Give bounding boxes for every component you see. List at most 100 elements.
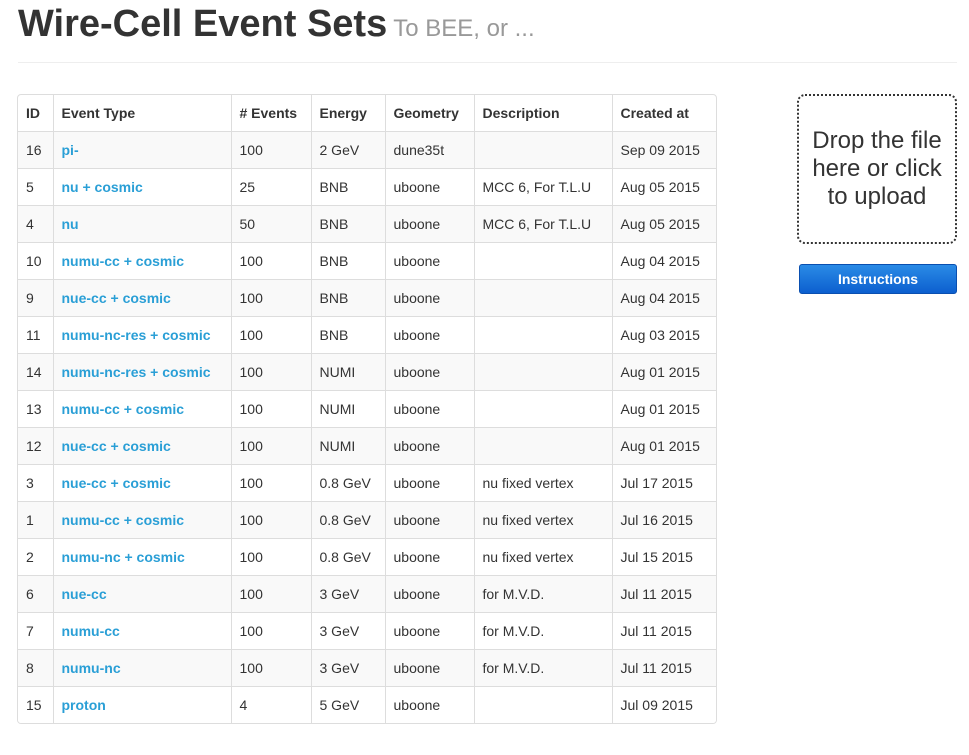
cell-id: 1 (18, 500, 53, 538)
cell-description: for M.V.D. (473, 611, 612, 649)
cell-description: for M.V.D. (473, 574, 612, 612)
cell-energy: 0.8 GeV (310, 463, 385, 501)
cell-id: 13 (18, 389, 53, 427)
cell-event-type: proton (52, 685, 231, 723)
table-row: 10 numu-cc + cosmic 100 BNB uboone Aug 04 201… (18, 241, 716, 279)
column-header-energy: Energy (310, 95, 385, 131)
cell-created-at: Aug 04 2015 (611, 241, 716, 279)
file-dropzone[interactable]: Drop the file here or click to upload (797, 94, 957, 244)
table-row: 2 numu-nc + cosmic 100 0.8 GeV uboone nu fixe… (18, 537, 716, 575)
cell-events: 100 (230, 574, 311, 612)
cell-energy: BNB (310, 315, 385, 353)
cell-geometry: dune35t (384, 130, 474, 168)
event-type-link[interactable]: nue-cc + cosmic (62, 290, 171, 306)
event-type-link[interactable]: numu-nc-res + cosmic (62, 327, 211, 343)
cell-events: 100 (230, 315, 311, 353)
event-type-link[interactable]: numu-cc + cosmic (62, 512, 185, 528)
cell-created-at: Jul 15 2015 (611, 537, 716, 575)
column-header-geometry: Geometry (384, 95, 474, 131)
cell-description (473, 389, 612, 427)
cell-created-at: Jul 11 2015 (611, 574, 716, 612)
cell-events: 100 (230, 241, 311, 279)
cell-events: 100 (230, 500, 311, 538)
cell-created-at: Aug 01 2015 (611, 426, 716, 464)
cell-created-at: Jul 17 2015 (611, 463, 716, 501)
cell-description: nu fixed vertex (473, 500, 612, 538)
instructions-button[interactable]: Instructions (799, 264, 957, 294)
cell-description: MCC 6, For T.L.U (473, 167, 612, 205)
cell-event-type: nu + cosmic (52, 167, 231, 205)
cell-events: 100 (230, 352, 311, 390)
cell-created-at: Aug 05 2015 (611, 204, 716, 242)
cell-event-type: numu-nc-res + cosmic (52, 352, 231, 390)
table-row: 1 numu-cc + cosmic 100 0.8 GeV uboone nu fixe… (18, 500, 716, 538)
event-type-link[interactable]: nue-cc + cosmic (62, 475, 171, 491)
column-header-events: # Events (230, 95, 311, 131)
cell-description (473, 130, 612, 168)
cell-description: for M.V.D. (473, 648, 612, 686)
cell-id: 3 (18, 463, 53, 501)
cell-description (473, 278, 612, 316)
cell-geometry: uboone (384, 352, 474, 390)
table-row: 16 pi- 100 2 GeV dune35t Sep 09 2015 (18, 130, 716, 168)
cell-energy: NUMI (310, 389, 385, 427)
page: Wire-Cell Event Sets To BEE, or ... ID Ev… (0, 0, 969, 755)
cell-geometry: uboone (384, 204, 474, 242)
cell-event-type: numu-nc-res + cosmic (52, 315, 231, 353)
cell-id: 5 (18, 167, 53, 205)
table-body: 16 pi- 100 2 GeV dune35t Sep 09 2015 5 nu + cos… (18, 130, 716, 723)
event-type-link[interactable]: nue-cc + cosmic (62, 438, 171, 454)
cell-energy: BNB (310, 278, 385, 316)
cell-events: 100 (230, 426, 311, 464)
cell-geometry: uboone (384, 278, 474, 316)
cell-created-at: Aug 03 2015 (611, 315, 716, 353)
cell-energy: 3 GeV (310, 611, 385, 649)
cell-description: MCC 6, For T.L.U (473, 204, 612, 242)
cell-energy: 0.8 GeV (310, 500, 385, 538)
cell-geometry: uboone (384, 426, 474, 464)
cell-event-type: pi- (52, 130, 231, 168)
event-type-link[interactable]: nue-cc (62, 586, 107, 602)
cell-geometry: uboone (384, 500, 474, 538)
cell-created-at: Aug 01 2015 (611, 389, 716, 427)
table-row: 5 nu + cosmic 25 BNB uboone MCC 6, For T.L.U A… (18, 167, 716, 205)
event-type-link[interactable]: numu-nc-res + cosmic (62, 364, 211, 380)
cell-description: nu fixed vertex (473, 463, 612, 501)
event-type-link[interactable]: numu-nc (62, 660, 121, 676)
event-type-link[interactable]: numu-cc (62, 623, 120, 639)
cell-energy: BNB (310, 204, 385, 242)
column-header-id: ID (26, 104, 40, 121)
page-header: Wire-Cell Event Sets To BEE, or ... (18, 0, 957, 63)
cell-event-type: numu-cc (52, 611, 231, 649)
event-type-link[interactable]: nu (62, 216, 79, 232)
cell-energy: 5 GeV (310, 685, 385, 723)
event-type-link[interactable]: nu + cosmic (62, 179, 143, 195)
cell-energy: 3 GeV (310, 574, 385, 612)
event-type-link[interactable]: proton (62, 697, 106, 713)
cell-id: 6 (18, 574, 53, 612)
cell-energy: NUMI (310, 426, 385, 464)
title-text: Wire-Cell Event Sets (18, 3, 388, 45)
cell-id: 10 (18, 241, 53, 279)
column-header-description: Description (473, 95, 612, 131)
event-type-link[interactable]: pi- (62, 142, 79, 158)
event-type-link[interactable]: numu-cc + cosmic (62, 401, 185, 417)
event-type-link[interactable]: numu-cc + cosmic (62, 253, 185, 269)
event-type-link[interactable]: numu-nc + cosmic (62, 549, 185, 565)
cell-events: 100 (230, 278, 311, 316)
cell-event-type: nue-cc (52, 574, 231, 612)
page-title: Wire-Cell Event Sets To BEE, or ... (18, 3, 535, 46)
cell-event-type: nue-cc + cosmic (52, 463, 231, 501)
cell-energy: 0.8 GeV (310, 537, 385, 575)
cell-geometry: uboone (384, 685, 474, 723)
cell-description: nu fixed vertex (473, 537, 612, 575)
cell-energy: 2 GeV (310, 130, 385, 168)
cell-events: 100 (230, 611, 311, 649)
table-row: 13 numu-cc + cosmic 100 NUMI uboone Aug 01 20… (18, 389, 716, 427)
cell-event-type: numu-nc + cosmic (52, 537, 231, 575)
cell-event-type: nu (52, 204, 231, 242)
cell-event-type: nue-cc + cosmic (52, 278, 231, 316)
table-row: 14 numu-nc-res + cosmic 100 NUMI uboone Aug 0… (18, 352, 716, 390)
cell-event-type: numu-cc + cosmic (52, 241, 231, 279)
cell-id: 15 (18, 685, 53, 723)
